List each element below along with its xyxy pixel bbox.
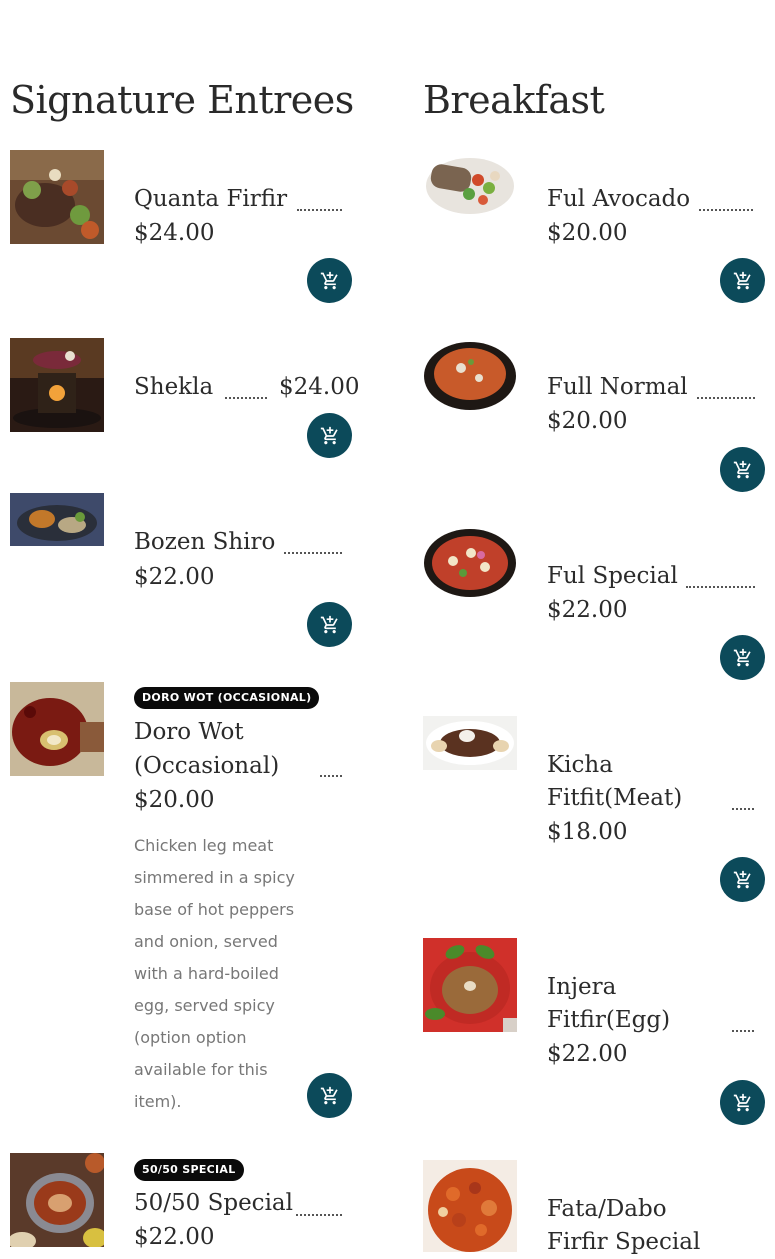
- signature-entrees-title: Signature Entrees: [10, 78, 354, 122]
- item-name-line2: Fitfit(Meat): [547, 785, 683, 811]
- item-price: $22.00: [134, 564, 215, 590]
- item-name: Quanta Firfir: [134, 186, 288, 212]
- ful-avocado-photo[interactable]: [423, 150, 517, 244]
- add-to-cart-icon: [733, 648, 753, 668]
- item-name-line2: (Occasional): [134, 753, 280, 779]
- price-leader: [297, 209, 342, 211]
- item-name-line2: Fitfir(Egg): [547, 1007, 671, 1033]
- add-to-cart-button[interactable]: [720, 635, 765, 680]
- price-leader: [284, 552, 342, 554]
- ful-special-photo[interactable]: [423, 527, 517, 621]
- item-name: Shekla: [134, 374, 214, 400]
- bozen-shiro-photo[interactable]: [10, 493, 104, 546]
- item-name-line1: Fata/Dabo: [547, 1196, 667, 1222]
- item-name: Ful Avocado: [547, 186, 691, 212]
- item-name: Bozen Shiro: [134, 529, 276, 555]
- price-leader: [732, 1030, 754, 1032]
- add-to-cart-icon: [733, 1093, 753, 1113]
- item-name-line1: Doro Wot: [134, 719, 244, 745]
- item-price: $22.00: [547, 1041, 628, 1067]
- fifty-fifty-photo[interactable]: [10, 1153, 104, 1247]
- add-to-cart-icon: [320, 271, 340, 291]
- add-to-cart-button[interactable]: [720, 258, 765, 303]
- quanta-firfir-photo[interactable]: [10, 150, 104, 244]
- add-to-cart-button[interactable]: [307, 413, 352, 458]
- item-name-line1: Kicha: [547, 752, 613, 778]
- item-price: $24.00: [279, 374, 360, 400]
- add-to-cart-icon: [320, 426, 340, 446]
- item-price: $22.00: [134, 1224, 215, 1250]
- add-to-cart-icon: [320, 615, 340, 635]
- price-leader: [697, 397, 755, 399]
- add-to-cart-icon: [320, 1086, 340, 1106]
- item-name: Ful Special: [547, 563, 678, 589]
- item-price: $20.00: [547, 408, 628, 434]
- item-name: 50/50 Special: [134, 1190, 293, 1216]
- injera-fitfir-photo[interactable]: [423, 938, 517, 1032]
- item-name: Full Normal: [547, 374, 688, 400]
- full-normal-photo[interactable]: [423, 338, 517, 432]
- breakfast-title: Breakfast: [423, 78, 605, 122]
- item-name-line1: Injera: [547, 974, 617, 1000]
- item-name-line2: Firfir Special: [547, 1229, 701, 1255]
- shekla-photo[interactable]: [10, 338, 104, 432]
- add-to-cart-icon: [733, 271, 753, 291]
- add-to-cart-icon: [733, 460, 753, 480]
- status-badge: 50/50 SPECIAL: [134, 1159, 244, 1181]
- doro-wot-photo[interactable]: [10, 682, 104, 776]
- add-to-cart-button[interactable]: [720, 447, 765, 492]
- add-to-cart-button[interactable]: [307, 1073, 352, 1118]
- kicha-fitfit-photo[interactable]: [423, 716, 517, 770]
- item-price: $22.00: [547, 597, 628, 623]
- price-leader: [686, 586, 755, 588]
- price-leader: [732, 808, 754, 810]
- item-price: $20.00: [547, 220, 628, 246]
- price-leader: [699, 209, 753, 211]
- add-to-cart-button[interactable]: [720, 857, 765, 902]
- add-to-cart-button[interactable]: [720, 1080, 765, 1125]
- price-leader: [296, 1214, 342, 1216]
- price-leader: [320, 775, 342, 777]
- item-price: $20.00: [134, 787, 215, 813]
- status-badge: DORO WOT (OCCASIONAL): [134, 687, 320, 709]
- item-price: $18.00: [547, 819, 628, 845]
- item-description: Chicken leg meat simmered in a spicy bas…: [134, 836, 295, 1111]
- add-to-cart-button[interactable]: [307, 258, 352, 303]
- add-to-cart-icon: [733, 870, 753, 890]
- price-leader: [225, 397, 267, 399]
- add-to-cart-button[interactable]: [307, 602, 352, 647]
- fata-dabo-photo[interactable]: [423, 1160, 517, 1252]
- item-price: $24.00: [134, 220, 215, 246]
